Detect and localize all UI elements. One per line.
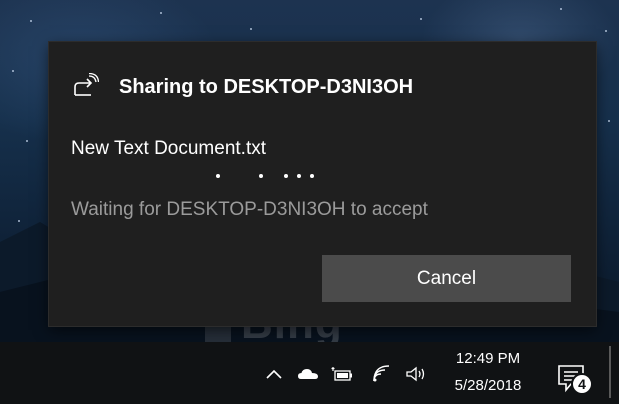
toast-title: Sharing to DESKTOP-D3NI3OH — [119, 75, 414, 98]
star — [560, 8, 562, 10]
cancel-button[interactable]: Cancel — [322, 255, 571, 302]
battery-icon[interactable] — [331, 365, 353, 383]
status-text: Waiting for DESKTOP-D3NI3OH to accept — [71, 199, 428, 220]
show-desktop-button[interactable] — [609, 346, 611, 398]
star — [608, 120, 610, 122]
toast-header: Sharing to DESKTOP-D3NI3OH — [71, 72, 413, 102]
star — [30, 20, 32, 22]
progress-indicator — [49, 174, 596, 180]
clock-time[interactable]: 12:49 PM — [447, 350, 529, 367]
onedrive-icon[interactable] — [297, 365, 319, 383]
notification-count-badge: 4 — [571, 373, 593, 395]
progress-dot — [259, 174, 263, 178]
progress-dot — [284, 174, 288, 178]
star — [420, 18, 422, 20]
star — [250, 28, 252, 30]
progress-dot — [310, 174, 314, 178]
share-toast: Sharing to DESKTOP-D3NI3OH New Text Docu… — [49, 42, 596, 326]
star — [26, 140, 28, 142]
star — [160, 12, 162, 14]
progress-dot — [297, 174, 301, 178]
chevron-up-icon[interactable] — [263, 365, 285, 383]
star — [12, 70, 14, 72]
clock-date[interactable]: 5/28/2018 — [442, 377, 534, 394]
volume-icon[interactable] — [405, 365, 427, 383]
share-icon — [74, 73, 99, 96]
star — [605, 30, 607, 32]
progress-dot — [216, 174, 220, 178]
file-name: New Text Document.txt — [71, 138, 267, 159]
wifi-icon[interactable] — [371, 365, 393, 383]
